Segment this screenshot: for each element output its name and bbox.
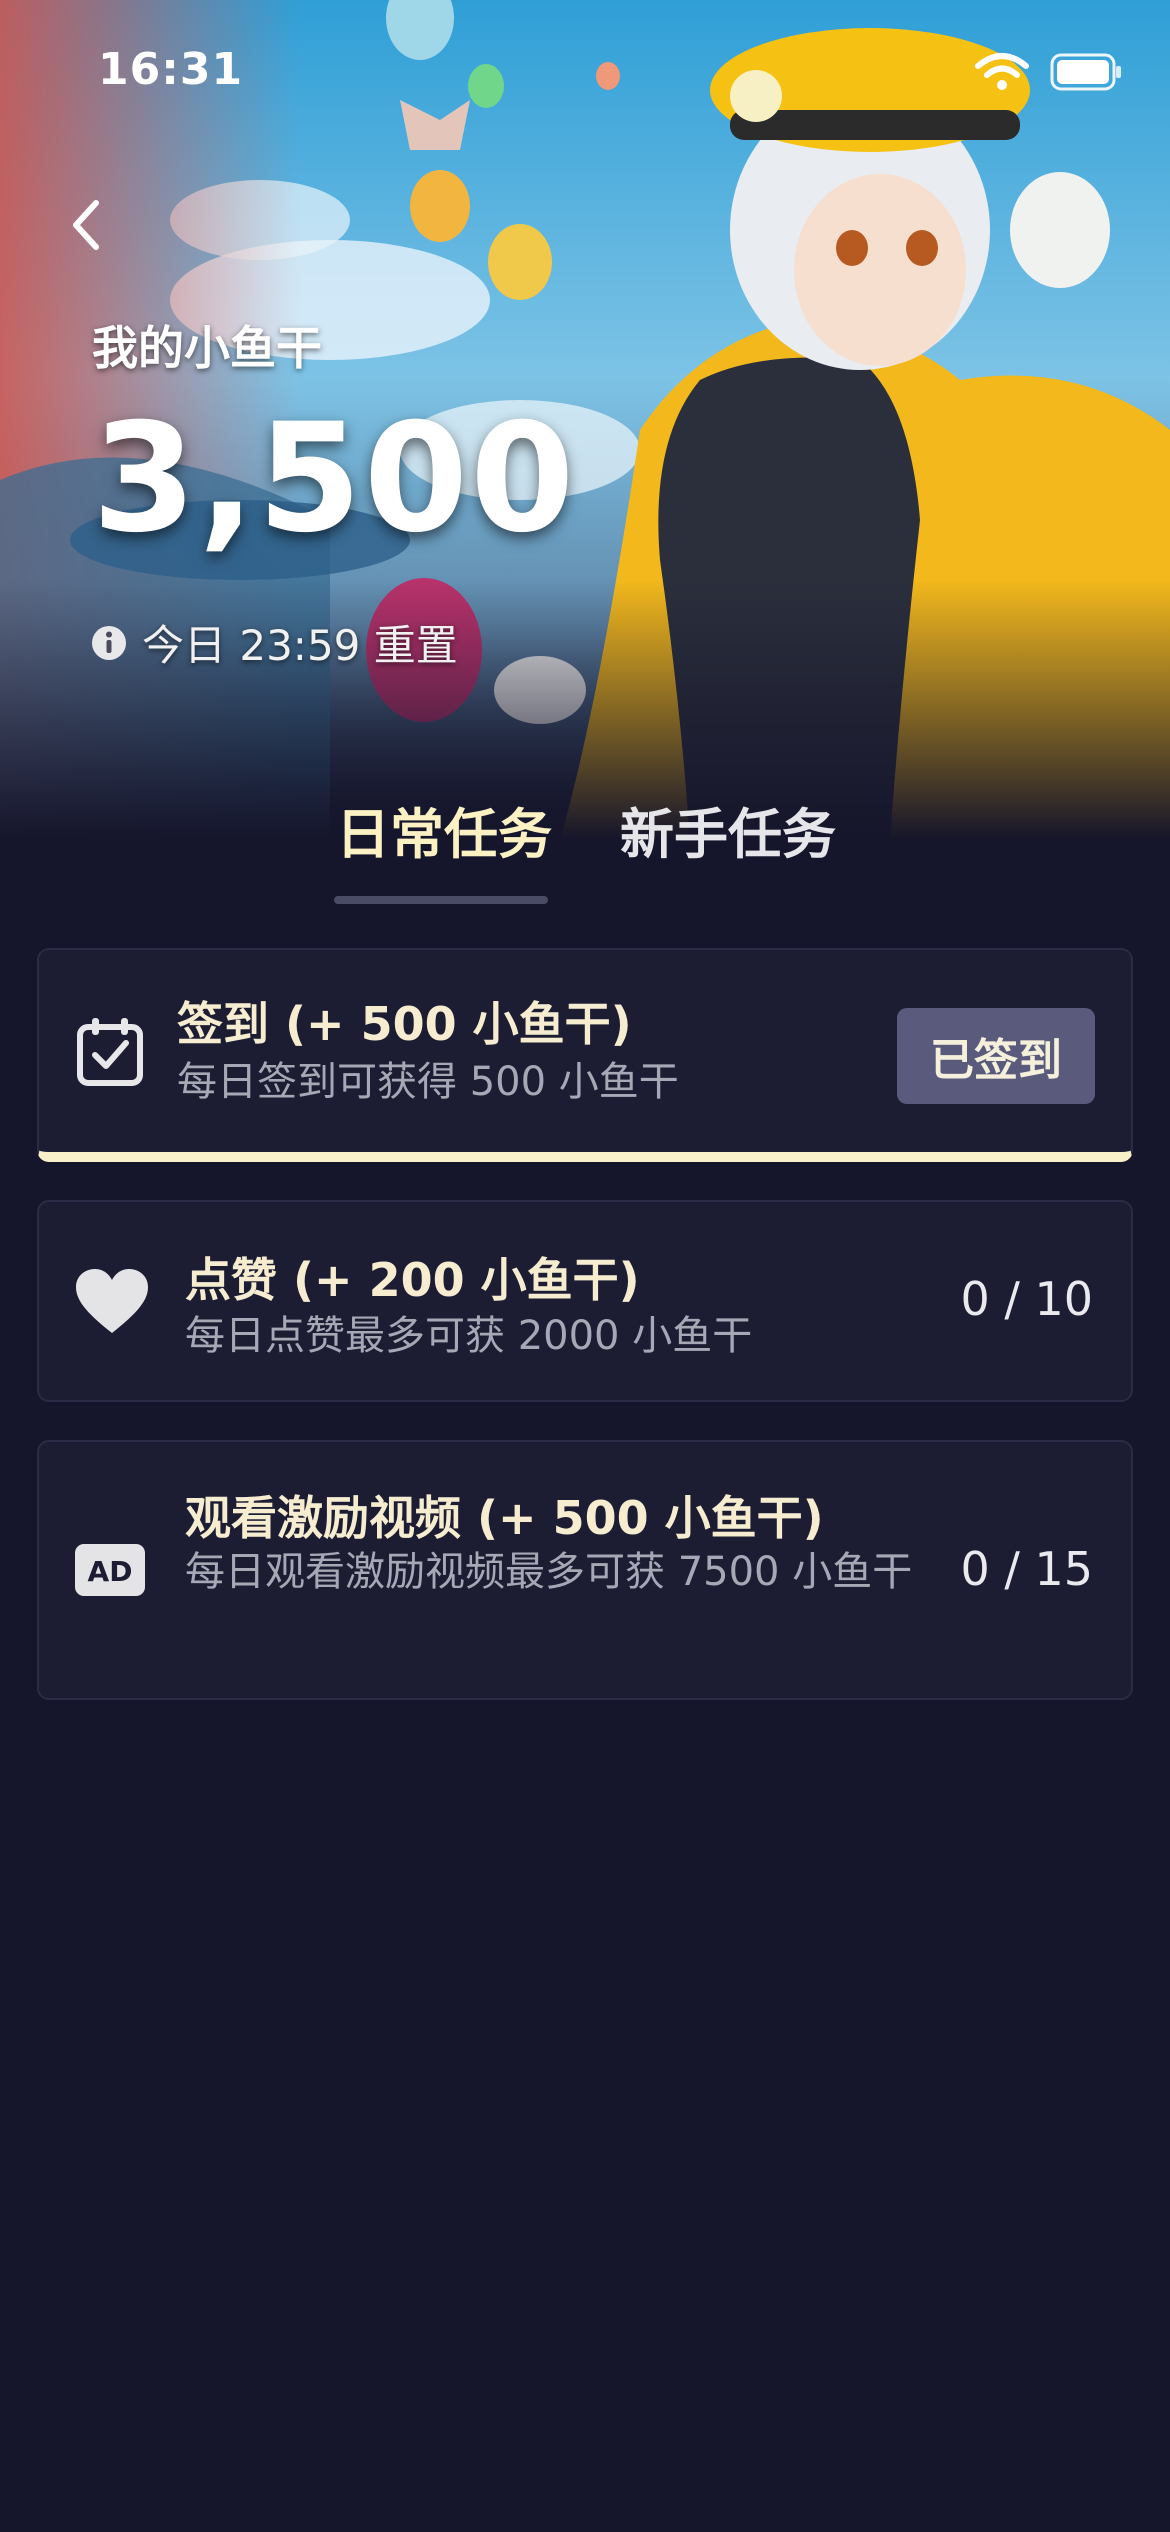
- task-card-rewarded-video: AD 观看激励视频 (+ 500 小鱼干) 每日观看激励视频最多可获 7500 …: [37, 1440, 1133, 1700]
- calendar-check-icon: [73, 1012, 147, 1092]
- task-progress: 0 / 15: [960, 1542, 1093, 1596]
- heart-icon: [73, 1262, 151, 1340]
- signed-in-button[interactable]: 已签到: [897, 1008, 1095, 1104]
- task-progress: 0 / 10: [960, 1272, 1093, 1326]
- status-icons: [974, 52, 1122, 92]
- battery-icon: [1050, 53, 1121, 91]
- wifi-icon: [975, 53, 1029, 90]
- task-card-checkin: 签到 (+ 500 小鱼干) 每日签到可获得 500 小鱼干 已签到: [37, 948, 1133, 1162]
- tab-newbie-tasks[interactable]: 新手任务: [620, 790, 836, 869]
- task-card-like: 点赞 (+ 200 小鱼干) 每日点赞最多可获 2000 小鱼干 0 / 10: [37, 1200, 1133, 1402]
- active-tab-indicator: [334, 896, 548, 904]
- back-button[interactable]: [56, 190, 116, 260]
- task-tabs: 日常任务 新手任务: [0, 790, 1170, 910]
- task-title: 签到 (+ 500 小鱼干): [177, 997, 632, 1051]
- task-title: 点赞 (+ 200 小鱼干): [185, 1253, 640, 1307]
- reset-info: 今日 23:59 重置: [90, 612, 458, 673]
- task-description: 每日点赞最多可获 2000 小鱼干: [185, 1313, 753, 1359]
- tab-daily-tasks[interactable]: 日常任务: [336, 790, 552, 869]
- reset-text: 今日 23:59 重置: [142, 621, 458, 670]
- svg-text:AD: AD: [88, 1555, 133, 1588]
- status-bar: 16:31: [0, 0, 1170, 150]
- task-description: 每日观看激励视频最多可获 7500 小鱼干: [185, 1549, 913, 1595]
- chevron-left-icon: [73, 200, 99, 250]
- info-icon: [92, 625, 126, 660]
- task-title: 观看激励视频 (+ 500 小鱼干): [185, 1491, 824, 1545]
- task-center-screen: 16:31 我的小鱼干 3,500 今日 23:59 重置 日常任务 新手任务 …: [0, 0, 1170, 2532]
- status-time: 16:31: [98, 44, 244, 95]
- ad-icon: AD: [73, 1540, 147, 1600]
- balance-label: 我的小鱼干: [92, 321, 322, 375]
- balance-value: 3,500: [92, 392, 577, 566]
- task-description: 每日签到可获得 500 小鱼干: [177, 1059, 679, 1105]
